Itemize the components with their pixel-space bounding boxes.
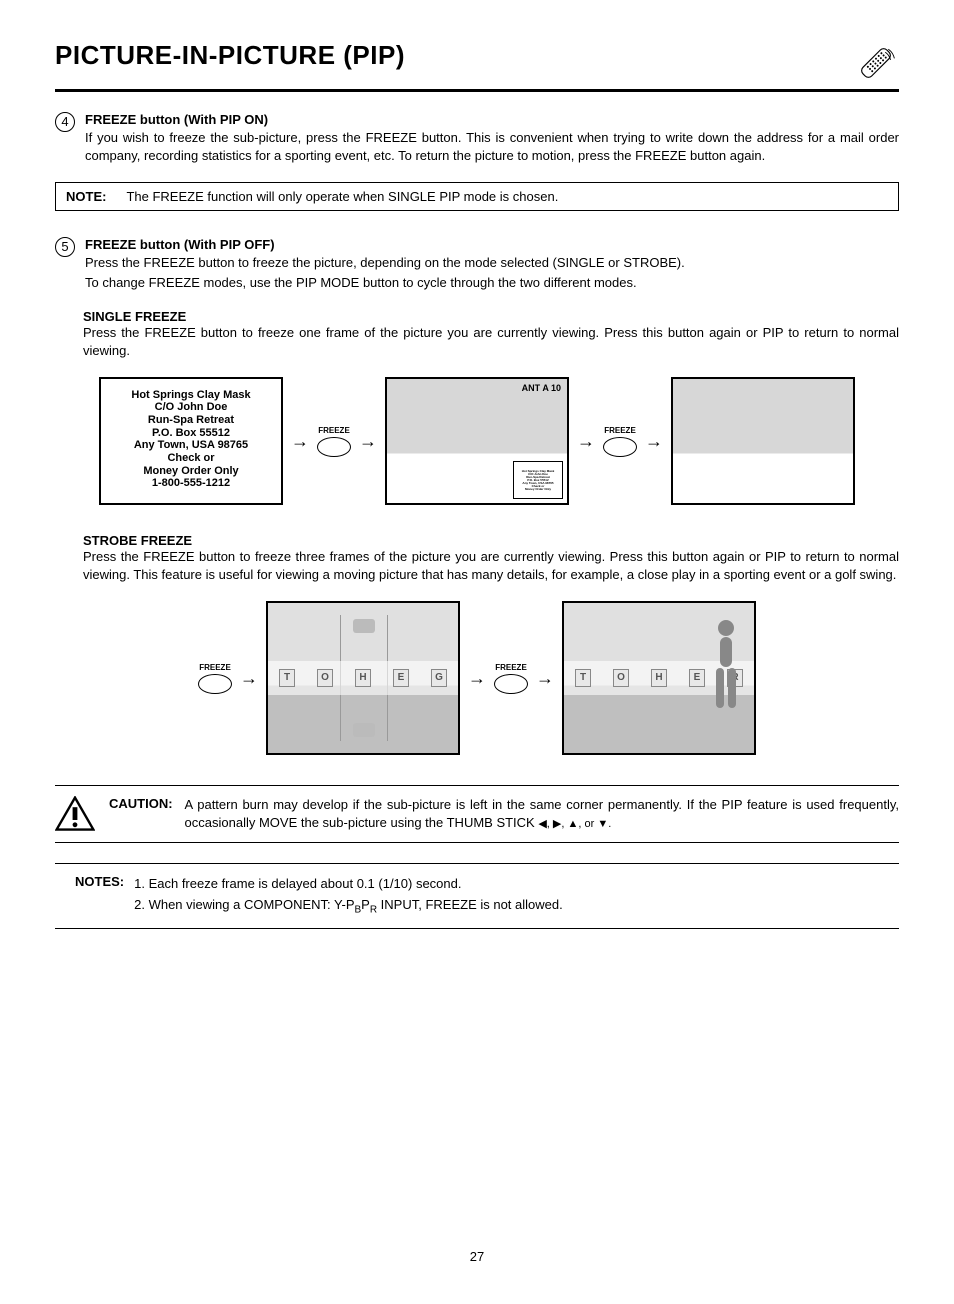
page-title: PICTURE-IN-PICTURE (PIP) [55, 40, 405, 71]
arrow-icon: → [577, 431, 595, 452]
tv-screen-strobe-1: T O H E G [266, 601, 460, 755]
step5-line2: To change FREEZE modes, use the PIP MODE… [85, 274, 899, 292]
pip-inset: Hot Springs Clay Mask C/O John Doe Run-S… [513, 461, 563, 499]
freeze-button-illustration: FREEZE [603, 426, 637, 457]
tv-screen-unfrozen [671, 377, 855, 505]
page-number: 27 [55, 1249, 899, 1264]
notes-box: NOTES: 1. Each freeze frame is delayed a… [55, 863, 899, 928]
tv-screen-strobe-2: T O H E R [562, 601, 756, 755]
caution-box: CAUTION: A pattern burn may develop if t… [55, 785, 899, 843]
note-text: The FREEZE function will only operate wh… [126, 189, 558, 204]
freeze-button-illustration: FREEZE [317, 426, 351, 457]
figure-strobe-freeze: FREEZE → T O H E G → FREEZE → T O H E R [55, 601, 899, 755]
tv-screen-ad: Hot Springs Clay Mask C/O John Doe Run-S… [99, 377, 283, 505]
step-number-4: 4 [55, 112, 75, 132]
notes-item-2: 2. When viewing a COMPONENT: Y-PBPR INPU… [134, 895, 563, 918]
step4-text: If you wish to freeze the sub-picture, p… [85, 129, 899, 164]
figure-single-freeze: Hot Springs Clay Mask C/O John Doe Run-S… [55, 377, 899, 505]
note-box-1: NOTE: The FREEZE function will only oper… [55, 182, 899, 211]
step-number-5: 5 [55, 237, 75, 257]
remote-control-icon [853, 40, 899, 89]
arrow-icon: → [359, 431, 377, 452]
arrow-icon: → [645, 431, 663, 452]
tv-screen-pip: ANT A 10 Hot Springs Clay Mask C/O John … [385, 377, 569, 505]
arrow-icon: → [468, 668, 486, 689]
caution-label: CAUTION: [109, 796, 173, 831]
freeze-button-illustration: FREEZE [494, 663, 528, 694]
caution-text: A pattern burn may develop if the sub-pi… [185, 796, 899, 831]
step5-heading: FREEZE button (With PIP OFF) [85, 237, 899, 252]
ant-label: ANT A 10 [522, 383, 561, 393]
arrow-icon: → [291, 431, 309, 452]
step-4: 4 FREEZE button (With PIP ON) If you wis… [55, 112, 899, 164]
note-label: NOTE: [66, 189, 106, 204]
step4-heading: FREEZE button (With PIP ON) [85, 112, 899, 127]
single-freeze-text: Press the FREEZE button to freeze one fr… [83, 324, 899, 359]
step5-line1: Press the FREEZE button to freeze the pi… [85, 254, 899, 272]
strobe-freeze-heading: STROBE FREEZE [83, 533, 899, 548]
single-freeze-heading: SINGLE FREEZE [83, 309, 899, 324]
arrow-icon: → [240, 668, 258, 689]
strobe-freeze-text: Press the FREEZE button to freeze three … [83, 548, 899, 583]
notes-label: NOTES: [75, 874, 124, 917]
step-5: 5 FREEZE button (With PIP OFF) Press the… [55, 237, 899, 291]
page-header: PICTURE-IN-PICTURE (PIP) [55, 40, 899, 92]
caution-icon [55, 796, 95, 832]
notes-item-1: 1. Each freeze frame is delayed about 0.… [134, 874, 563, 894]
freeze-button-illustration: FREEZE [198, 663, 232, 694]
arrow-icon: → [536, 668, 554, 689]
